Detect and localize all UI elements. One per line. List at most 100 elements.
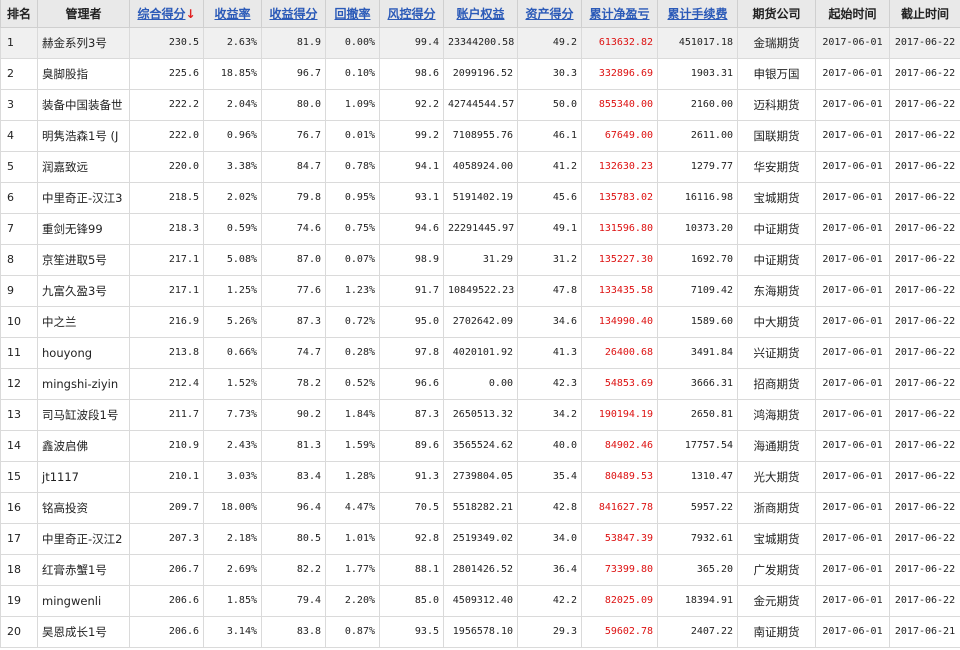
fees-cell: 451017.18 [657, 26, 738, 59]
header-asset-score[interactable]: 资产得分 [517, 0, 582, 28]
return-score-cell: 83.4 [261, 460, 326, 493]
equity-cell: 5191402.19 [443, 181, 518, 214]
table-row: 5 润嘉致远 220.0 3.38% 84.7 0.78% 94.1 4058924.00 41… [0, 150, 960, 183]
rank-cell: 4 [0, 119, 38, 152]
return-score-cell: 83.8 [261, 615, 326, 648]
rank-cell: 16 [0, 491, 38, 524]
rank-cell: 13 [0, 398, 38, 431]
header-drawdown[interactable]: 回撤率 [325, 0, 380, 28]
net-profit-cell: 841627.78 [581, 491, 658, 524]
net-profit-cell: 73399.80 [581, 553, 658, 586]
total-score-cell: 213.8 [129, 336, 204, 369]
asset-score-cell: 36.4 [517, 553, 582, 586]
fees-cell: 2407.22 [657, 615, 738, 648]
return-score-cell: 79.8 [261, 181, 326, 214]
manager-cell: 重剑无锋99 [37, 212, 130, 245]
rank-cell: 2 [0, 57, 38, 90]
sort-total-score-link[interactable]: 综合得分↓ [137, 7, 195, 21]
table-row: 20 昊恩成长1号 206.6 3.14% 83.8 0.87% 93.5 1956578.1… [0, 615, 960, 648]
return-score-cell: 96.4 [261, 491, 326, 524]
rank-cell: 1 [0, 26, 38, 59]
manager-cell: mingwenli [37, 584, 130, 617]
end-date-cell: 2017-06-22 [889, 243, 960, 276]
header-equity[interactable]: 账户权益 [443, 0, 518, 28]
sort-drawdown-link[interactable]: 回撤率 [334, 7, 370, 21]
net-profit-cell: 82025.09 [581, 584, 658, 617]
manager-cell: 司马缸波段1号 [37, 398, 130, 431]
sort-equity-link[interactable]: 账户权益 [456, 7, 504, 21]
risk-score-cell: 70.5 [379, 491, 444, 524]
header-net-profit[interactable]: 累计净盈亏 [581, 0, 658, 28]
start-date-cell: 2017-06-01 [815, 553, 890, 586]
equity-cell: 42744544.57 [443, 88, 518, 121]
sort-net-profit-link[interactable]: 累计净盈亏 [589, 7, 649, 21]
end-date-cell: 2017-06-22 [889, 553, 960, 586]
drawdown-cell: 4.47% [325, 491, 380, 524]
header-total-score[interactable]: 综合得分↓ [129, 0, 204, 28]
return-rate-cell: 3.14% [203, 615, 262, 648]
end-date-cell: 2017-06-21 [889, 615, 960, 648]
equity-cell: 0.00 [443, 367, 518, 400]
table-row: 16 铭高投资 209.7 18.00% 96.4 4.47% 70.5 5518282.21… [0, 491, 960, 524]
broker-cell: 宝城期货 [737, 522, 816, 555]
asset-score-cell: 40.0 [517, 429, 582, 462]
start-date-cell: 2017-06-01 [815, 367, 890, 400]
asset-score-cell: 47.8 [517, 274, 582, 307]
start-date-cell: 2017-06-01 [815, 150, 890, 183]
manager-cell: 中里奇正-汉江3 [37, 181, 130, 214]
end-date-cell: 2017-06-22 [889, 584, 960, 617]
return-score-cell: 74.6 [261, 212, 326, 245]
header-return-rate[interactable]: 收益率 [203, 0, 262, 28]
risk-score-cell: 89.6 [379, 429, 444, 462]
broker-cell: 金瑞期货 [737, 26, 816, 59]
table-header: 排名 管理者 综合得分↓ 收益率 收益得分 回撤率 风控得分 账户权益 资产得分… [0, 0, 960, 28]
broker-cell: 申银万国 [737, 57, 816, 90]
drawdown-cell: 0.78% [325, 150, 380, 183]
risk-score-cell: 91.7 [379, 274, 444, 307]
manager-cell: 明隽浩森1号 (J [37, 119, 130, 152]
header-return-score[interactable]: 收益得分 [261, 0, 326, 28]
start-date-cell: 2017-06-01 [815, 212, 890, 245]
risk-score-cell: 85.0 [379, 584, 444, 617]
start-date-cell: 2017-06-01 [815, 181, 890, 214]
asset-score-cell: 30.3 [517, 57, 582, 90]
drawdown-cell: 0.75% [325, 212, 380, 245]
header-fees[interactable]: 累计手续费 [657, 0, 738, 28]
equity-cell: 3565524.62 [443, 429, 518, 462]
rank-cell: 11 [0, 336, 38, 369]
end-date-cell: 2017-06-22 [889, 88, 960, 121]
manager-cell: mingshi-ziyin [37, 367, 130, 400]
broker-cell: 南证期货 [737, 615, 816, 648]
table-row: 17 中里奇正-汉江2 207.3 2.18% 80.5 1.01% 92.8 2519349… [0, 522, 960, 555]
end-date-cell: 2017-06-22 [889, 429, 960, 462]
return-rate-cell: 2.43% [203, 429, 262, 462]
risk-score-cell: 96.6 [379, 367, 444, 400]
drawdown-cell: 0.10% [325, 57, 380, 90]
manager-cell: 红膏赤蟹1号 [37, 553, 130, 586]
drawdown-cell: 0.72% [325, 305, 380, 338]
sort-risk-score-link[interactable]: 风控得分 [387, 7, 435, 21]
total-score-cell: 216.9 [129, 305, 204, 338]
table-row: 4 明隽浩森1号 (J 222.0 0.96% 76.7 0.01% 99.2 7108955… [0, 119, 960, 152]
sort-fees-link[interactable]: 累计手续费 [667, 7, 727, 21]
sort-return-rate-link[interactable]: 收益率 [214, 7, 250, 21]
return-score-cell: 76.7 [261, 119, 326, 152]
asset-score-cell: 45.6 [517, 181, 582, 214]
asset-score-cell: 34.2 [517, 398, 582, 431]
risk-score-cell: 94.6 [379, 212, 444, 245]
sort-return-score-link[interactable]: 收益得分 [269, 7, 317, 21]
start-date-cell: 2017-06-01 [815, 491, 890, 524]
asset-score-cell: 42.2 [517, 584, 582, 617]
sort-asset-score-link[interactable]: 资产得分 [525, 7, 573, 21]
net-profit-cell: 135227.30 [581, 243, 658, 276]
start-date-cell: 2017-06-01 [815, 584, 890, 617]
equity-cell: 4509312.40 [443, 584, 518, 617]
total-score-cell: 218.3 [129, 212, 204, 245]
broker-cell: 海通期货 [737, 429, 816, 462]
equity-cell: 10849522.23 [443, 274, 518, 307]
start-date-cell: 2017-06-01 [815, 522, 890, 555]
header-risk-score[interactable]: 风控得分 [379, 0, 444, 28]
start-date-cell: 2017-06-01 [815, 336, 890, 369]
total-score-cell: 211.7 [129, 398, 204, 431]
asset-score-cell: 49.1 [517, 212, 582, 245]
